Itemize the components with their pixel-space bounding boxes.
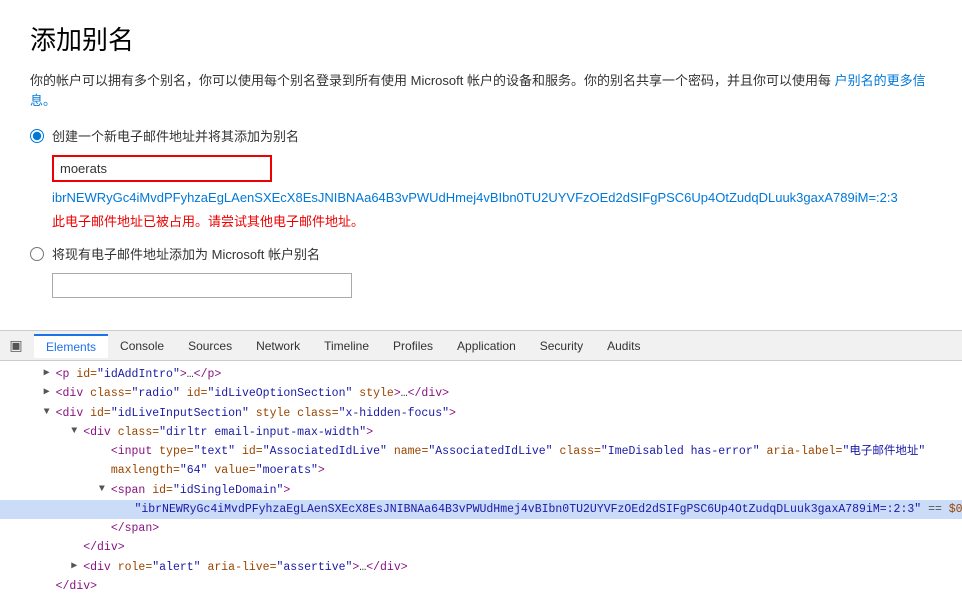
second-input-wrapper (52, 273, 932, 298)
tab-sources[interactable]: Sources (176, 334, 244, 358)
option2-label[interactable]: 将现有电子邮件地址添加为 Microsoft 帐户别名 (30, 244, 932, 263)
tab-security[interactable]: Security (528, 334, 595, 358)
devtools-inspect-icon[interactable]: ▣ (4, 334, 28, 358)
devtools-toolbar: ▣ Elements Console Sources Network Timel… (0, 331, 962, 361)
tab-console[interactable]: Console (108, 334, 176, 358)
code-line: ▶ <div role="alert" aria-live="assertive… (0, 558, 962, 577)
code-line: ▼ <div class="dirltr email-input-max-wid… (0, 423, 962, 442)
devtools-panel: ▣ Elements Console Sources Network Timel… (0, 330, 962, 598)
option2-radio[interactable] (30, 247, 44, 261)
code-line: ▼ <span id="idSingleDomain" > (0, 481, 962, 500)
option1-section: 创建一个新电子邮件地址并将其添加为别名 ibrNEWRyGc4iMvdPFyhz… (30, 126, 932, 230)
email-input[interactable] (52, 155, 272, 182)
code-line: ▼ <div id="idLiveInputSection" style cla… (0, 404, 962, 423)
code-line: </div> (0, 538, 962, 557)
option1-radio[interactable] (30, 129, 44, 143)
devtools-tabs: Elements Console Sources Network Timelin… (34, 334, 652, 358)
tab-timeline[interactable]: Timeline (312, 334, 381, 358)
error-text: 此电子邮件地址已被占用。请尝试其他电子邮件地址。 (52, 211, 932, 230)
tab-audits[interactable]: Audits (595, 334, 652, 358)
option1-label[interactable]: 创建一个新电子邮件地址并将其添加为别名 (30, 126, 932, 145)
page-content: 添加别名 你的帐户可以拥有多个别名，你可以使用每个别名登录到所有使用 Micro… (0, 0, 962, 330)
devtools-code-panel[interactable]: ▶ <p id="idAddIntro" > … </p> ▶ <div cla… (0, 361, 962, 598)
option2-section: 将现有电子邮件地址添加为 Microsoft 帐户别名 (30, 244, 932, 298)
tab-application[interactable]: Application (445, 334, 528, 358)
tab-network[interactable]: Network (244, 334, 312, 358)
input-wrapper (52, 155, 932, 182)
code-line: ▶ <p id="idAddIntro" > … </p> (0, 365, 962, 384)
code-line: ▶ <div class="radio" id="idLiveOptionSec… (0, 384, 962, 403)
domain-text: ibrNEWRyGc4iMvdPFyhzaEgLAenSXEcX8EsJNIBN… (52, 190, 932, 205)
intro-text: 你的帐户可以拥有多个别名，你可以使用每个别名登录到所有使用 Microsoft … (30, 71, 932, 110)
page-title: 添加别名 (30, 20, 932, 57)
second-email-input[interactable] (52, 273, 352, 298)
code-line: <input type="text" id="AssociatedIdLive"… (0, 442, 962, 461)
tab-profiles[interactable]: Profiles (381, 334, 445, 358)
code-line: maxlength="64" value="moerats" > (0, 461, 962, 480)
code-line-selected: "ibrNEWRyGc4iMvdPFyhzaEgLAenSXEcX8EsJNIB… (0, 500, 962, 519)
code-line: </div> (0, 577, 962, 596)
tab-elements[interactable]: Elements (34, 334, 108, 358)
code-line: </span> (0, 519, 962, 538)
